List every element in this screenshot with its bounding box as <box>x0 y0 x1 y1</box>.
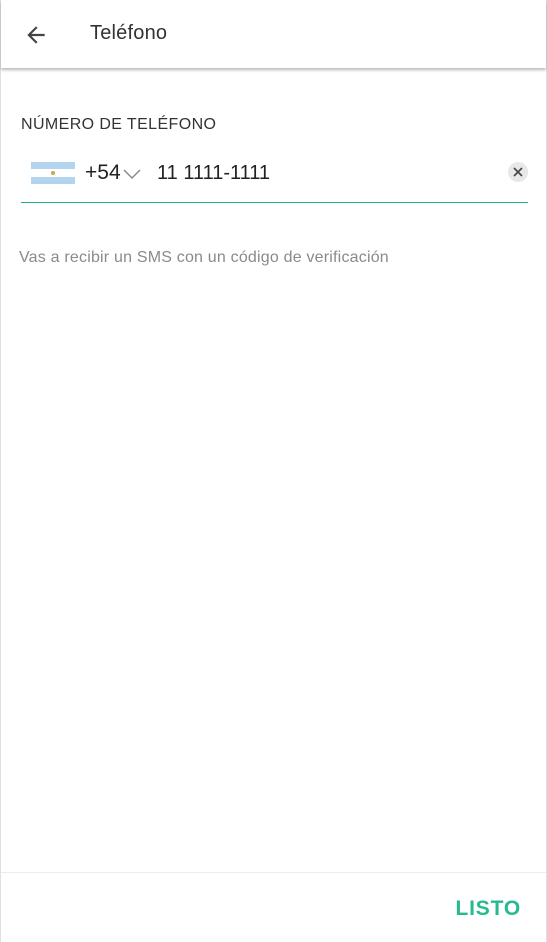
phone-field-label: NÚMERO DE TELÉFONO <box>21 116 217 133</box>
back-button[interactable] <box>15 14 57 56</box>
bottom-bar: LISTO <box>1 872 546 942</box>
country-selector[interactable]: +54 <box>31 158 141 188</box>
helper-text: Vas a recibir un SMS con un código de ve… <box>19 249 389 266</box>
arrow-back-icon <box>27 26 45 44</box>
done-button[interactable]: LISTO <box>456 897 521 921</box>
app-bar: Teléfono <box>1 0 546 68</box>
phone-number-input[interactable] <box>157 158 487 188</box>
argentina-flag-icon <box>31 162 75 184</box>
page-title: Teléfono <box>90 22 168 44</box>
clear-icon <box>513 167 523 177</box>
phone-field: +54 <box>21 150 528 203</box>
country-code: +54 <box>85 161 121 184</box>
clear-button[interactable] <box>508 162 528 182</box>
phone-screen: Teléfono NÚMERO DE TELÉFONO +54 Vas a re… <box>0 0 547 942</box>
chevron-down-icon <box>123 169 141 180</box>
